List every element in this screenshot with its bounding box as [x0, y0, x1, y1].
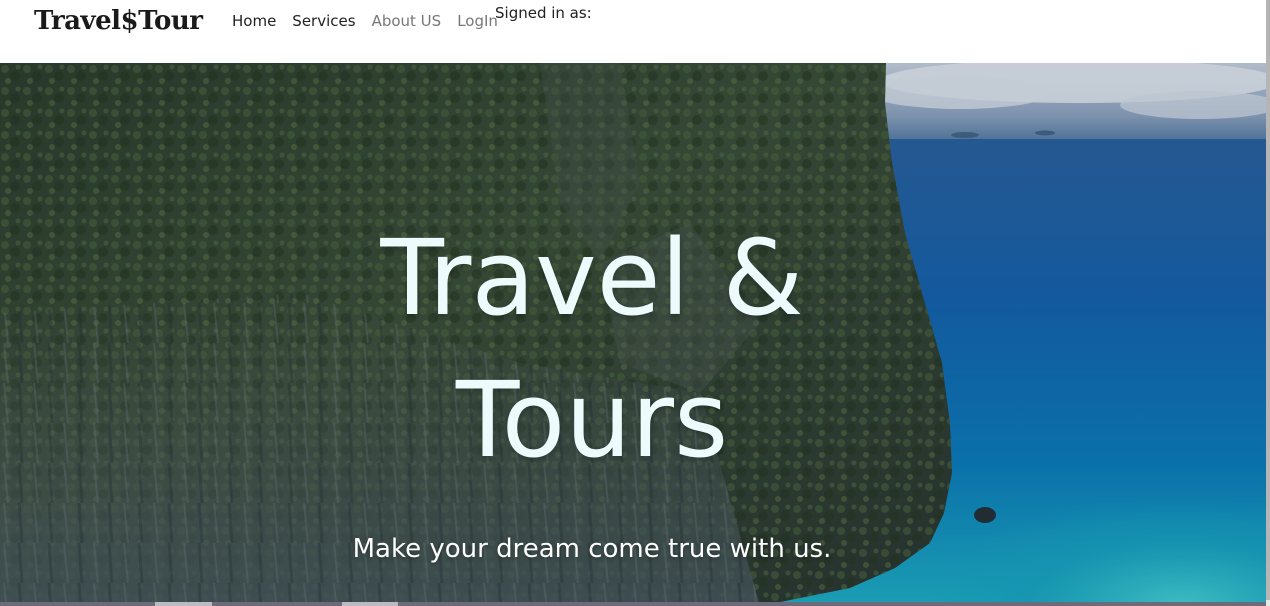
page: Travel$Tour Home Services About US LogIn…: [0, 0, 1270, 606]
brand-logo[interactable]: Travel$Tour: [34, 4, 203, 38]
nav-links: Home Services About US LogIn: [232, 11, 506, 31]
nav-link-about-us[interactable]: About US: [372, 11, 442, 31]
bottom-card-edge: [342, 602, 398, 606]
nav-link-home[interactable]: Home: [232, 11, 276, 31]
hero-tagline: Make your dream come true with us.: [352, 534, 832, 564]
hero-title-line-2: Tours: [455, 359, 729, 481]
nav-link-services[interactable]: Services: [292, 11, 355, 31]
scrollbar-thumb[interactable]: [1266, 0, 1270, 600]
nav-link-login[interactable]: LogIn: [457, 11, 498, 31]
hero-title: Travel & Tours: [302, 207, 882, 491]
vertical-scrollbar[interactable]: [1266, 0, 1270, 606]
navbar: Travel$Tour Home Services About US LogIn…: [0, 0, 1266, 63]
hero-title-line-1: Travel &: [380, 217, 804, 339]
signed-in-label: Signed in as:: [495, 4, 592, 22]
hero-section: Travel & Tours Make your dream come true…: [0, 63, 1266, 606]
bottom-card-edge: [155, 602, 212, 606]
